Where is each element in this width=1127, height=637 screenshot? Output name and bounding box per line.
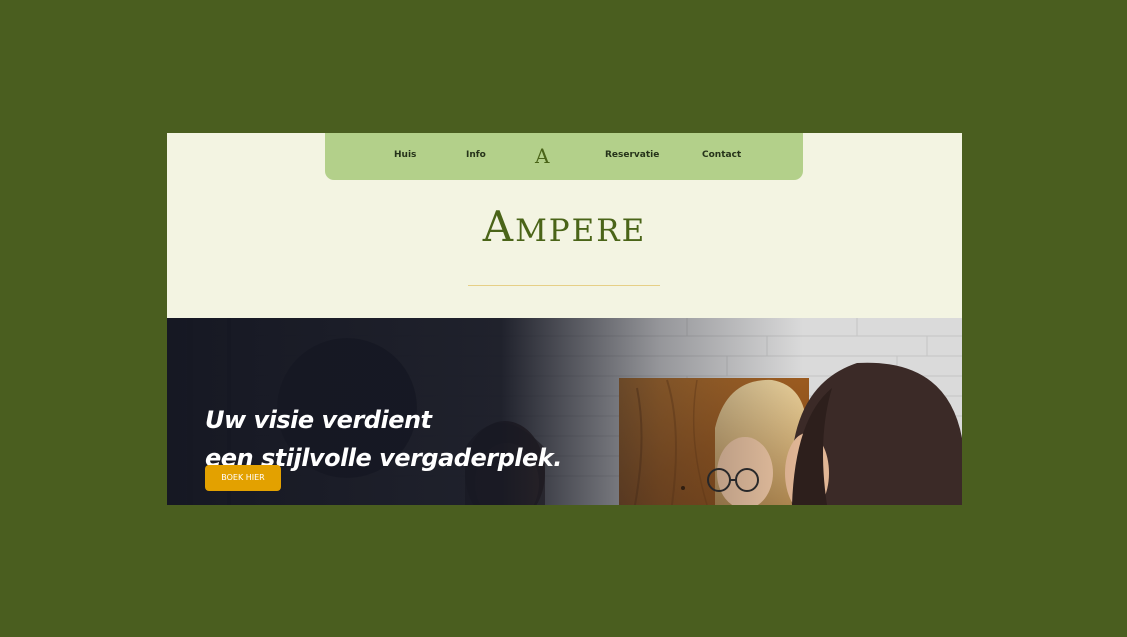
brand-divider <box>468 285 660 286</box>
nav-link-huis[interactable]: Huis <box>394 150 416 160</box>
header-section: Huis Info A Reservatie Contact AMPERE <box>167 133 962 318</box>
brand-wordmark: AMPERE <box>167 205 962 258</box>
nav-link-info[interactable]: Info <box>466 150 486 160</box>
brand-rest: MPERE <box>515 213 647 249</box>
main-navigation: Huis Info A Reservatie Contact <box>325 133 803 180</box>
brand-initial: A <box>482 202 516 251</box>
website-preview: Huis Info A Reservatie Contact AMPERE Uw… <box>167 133 962 505</box>
nav-link-reservatie[interactable]: Reservatie <box>605 150 659 160</box>
hero-banner: Uw visie verdient een stijlvolle vergade… <box>167 318 962 505</box>
hero-heading-line-1: Uw visie verdient <box>205 406 432 435</box>
nav-link-contact[interactable]: Contact <box>702 150 741 160</box>
book-here-button[interactable]: BOEK HIER <box>205 465 281 491</box>
nav-logo[interactable]: A <box>535 144 549 168</box>
